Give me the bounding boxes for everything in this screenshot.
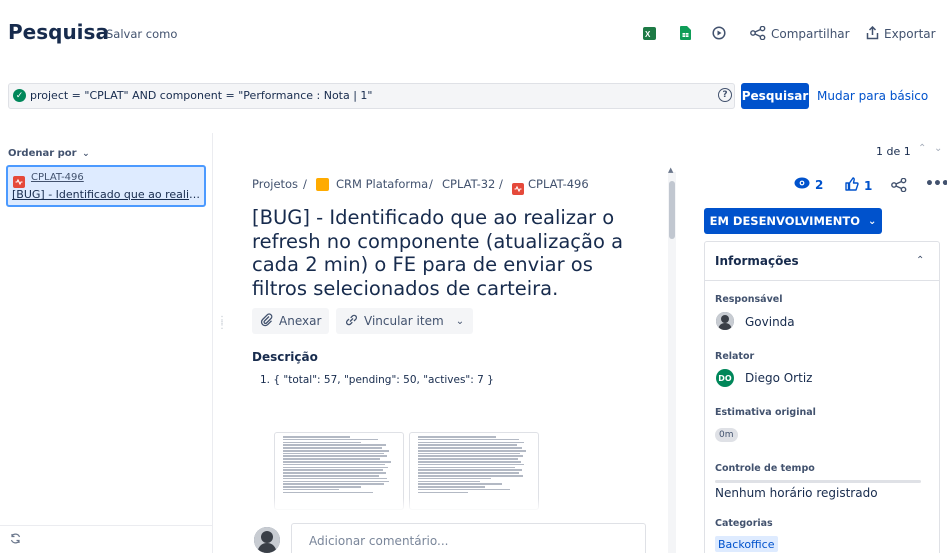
page-title: Pesquisa — [8, 20, 109, 44]
share-button[interactable]: Compartilhar — [771, 27, 850, 41]
eye-icon — [794, 177, 810, 192]
bug-icon — [512, 178, 524, 197]
panel-footer-divider — [0, 525, 212, 526]
categories-label: Categorias — [715, 518, 773, 529]
search-page: Pesquisa Salvar como X Compartilhar Expo… — [0, 0, 947, 553]
more-icon[interactable]: ••• — [925, 176, 947, 192]
avatar — [254, 527, 280, 553]
scroll-up-arrow-icon[interactable]: ▲ — [668, 166, 673, 174]
issue-title[interactable]: [BUG] - Identificado que ao realizar o r… — [252, 206, 652, 300]
details-heading[interactable]: Informações — [715, 254, 799, 268]
scrollbar-thumb[interactable] — [669, 181, 675, 239]
share-icon[interactable] — [891, 177, 907, 196]
help-icon[interactable]: ? — [718, 88, 732, 102]
resize-handle[interactable]: ⋮ ⋮ — [217, 316, 227, 331]
link-icon — [344, 313, 359, 330]
link-item-label: Vincular item — [364, 314, 444, 328]
valid-query-icon: ✓ — [13, 89, 26, 102]
description-text: 1. { "total": 57, "pending": 50, "active… — [260, 374, 494, 386]
more-actions-button[interactable]: ⌄ — [447, 308, 473, 334]
save-as-button[interactable]: Salvar como — [106, 27, 177, 41]
details-panel — [704, 241, 940, 553]
issue-key-link[interactable]: CPLAT-496 — [31, 172, 84, 183]
chevron-down-icon[interactable]: ⌄ — [934, 143, 942, 154]
attach-label: Anexar — [279, 314, 322, 328]
chevron-down-icon: ⌄ — [82, 149, 90, 159]
chevron-up-icon[interactable]: ⌃ — [916, 255, 924, 266]
votes-count: 1 — [864, 178, 873, 193]
thumbs-up-icon — [845, 177, 859, 194]
reporter-label: Relator — [715, 351, 755, 362]
breadcrumb-issue[interactable]: CPLAT-496 — [528, 177, 589, 191]
status-dropdown[interactable]: EM DESENVOLVIMENTO ⌄ — [704, 208, 882, 234]
share-icon[interactable] — [750, 25, 766, 41]
category-tag[interactable]: Backoffice — [715, 536, 778, 552]
search-button[interactable]: Pesquisar — [741, 83, 809, 109]
assignee-value[interactable]: Govinda — [745, 315, 795, 329]
estimate-label: Estimativa original — [715, 407, 816, 418]
time-tracking-bar[interactable] — [715, 480, 921, 483]
breadcrumb-separator: / — [429, 177, 433, 191]
export-button[interactable]: Exportar — [884, 27, 936, 41]
chevron-down-icon: ⌄ — [868, 215, 877, 227]
attach-button[interactable]: Anexar — [252, 308, 330, 334]
svg-text:X: X — [645, 30, 651, 39]
jql-query-text[interactable]: project = "CPLAT" AND component = "Perfo… — [30, 89, 372, 102]
switch-to-basic-link[interactable]: Mudar para básico — [817, 89, 928, 103]
refresh-icon[interactable] — [10, 533, 21, 547]
breadcrumb-separator: / — [499, 177, 503, 191]
status-label: EM DESENVOLVIMENTO — [709, 214, 861, 228]
comment-placeholder[interactable]: Adicionar comentário... — [309, 534, 448, 548]
watchers-button[interactable]: 2 — [794, 177, 823, 192]
excel-icon[interactable]: X — [641, 25, 657, 41]
thumbnail-fade — [270, 498, 550, 512]
sort-by-dropdown[interactable]: Ordenar por ⌄ — [8, 148, 90, 159]
sheets-icon[interactable] — [677, 25, 693, 41]
breadcrumb-separator: / — [303, 177, 307, 191]
reporter-value[interactable]: Diego Ortiz — [745, 371, 812, 385]
panel-divider — [212, 133, 213, 553]
avatar — [716, 312, 734, 330]
watchers-count: 2 — [815, 177, 824, 192]
time-tracking-value[interactable]: Nenhum horário registrado — [715, 486, 878, 500]
chevron-down-icon: ⌄ — [455, 315, 465, 327]
history-icon[interactable] — [711, 25, 727, 41]
paperclip-icon — [260, 312, 274, 330]
issue-summary-link[interactable]: [BUG] - Identificado que ao realizar o r… — [12, 188, 202, 201]
estimate-value[interactable]: 0m — [715, 428, 738, 442]
sort-by-label: Ordenar por — [8, 148, 77, 159]
pagination-text: 1 de 1 — [876, 145, 911, 158]
divider — [705, 280, 939, 281]
breadcrumb-projects[interactable]: Projetos — [252, 177, 298, 191]
breadcrumb-parent[interactable]: CPLAT-32 — [442, 177, 495, 191]
time-tracking-label: Controle de tempo — [715, 463, 815, 474]
description-heading: Descrição — [252, 350, 318, 364]
link-item-button[interactable]: Vincular item — [336, 308, 452, 334]
export-icon[interactable] — [864, 25, 880, 41]
project-icon — [316, 178, 329, 191]
vote-button[interactable]: 1 — [845, 177, 872, 194]
chevron-up-icon[interactable]: ⌃ — [918, 143, 926, 154]
breadcrumb-project[interactable]: CRM Plataforma — [336, 177, 428, 191]
assignee-label: Responsável — [715, 294, 783, 305]
avatar: DO — [716, 369, 734, 387]
